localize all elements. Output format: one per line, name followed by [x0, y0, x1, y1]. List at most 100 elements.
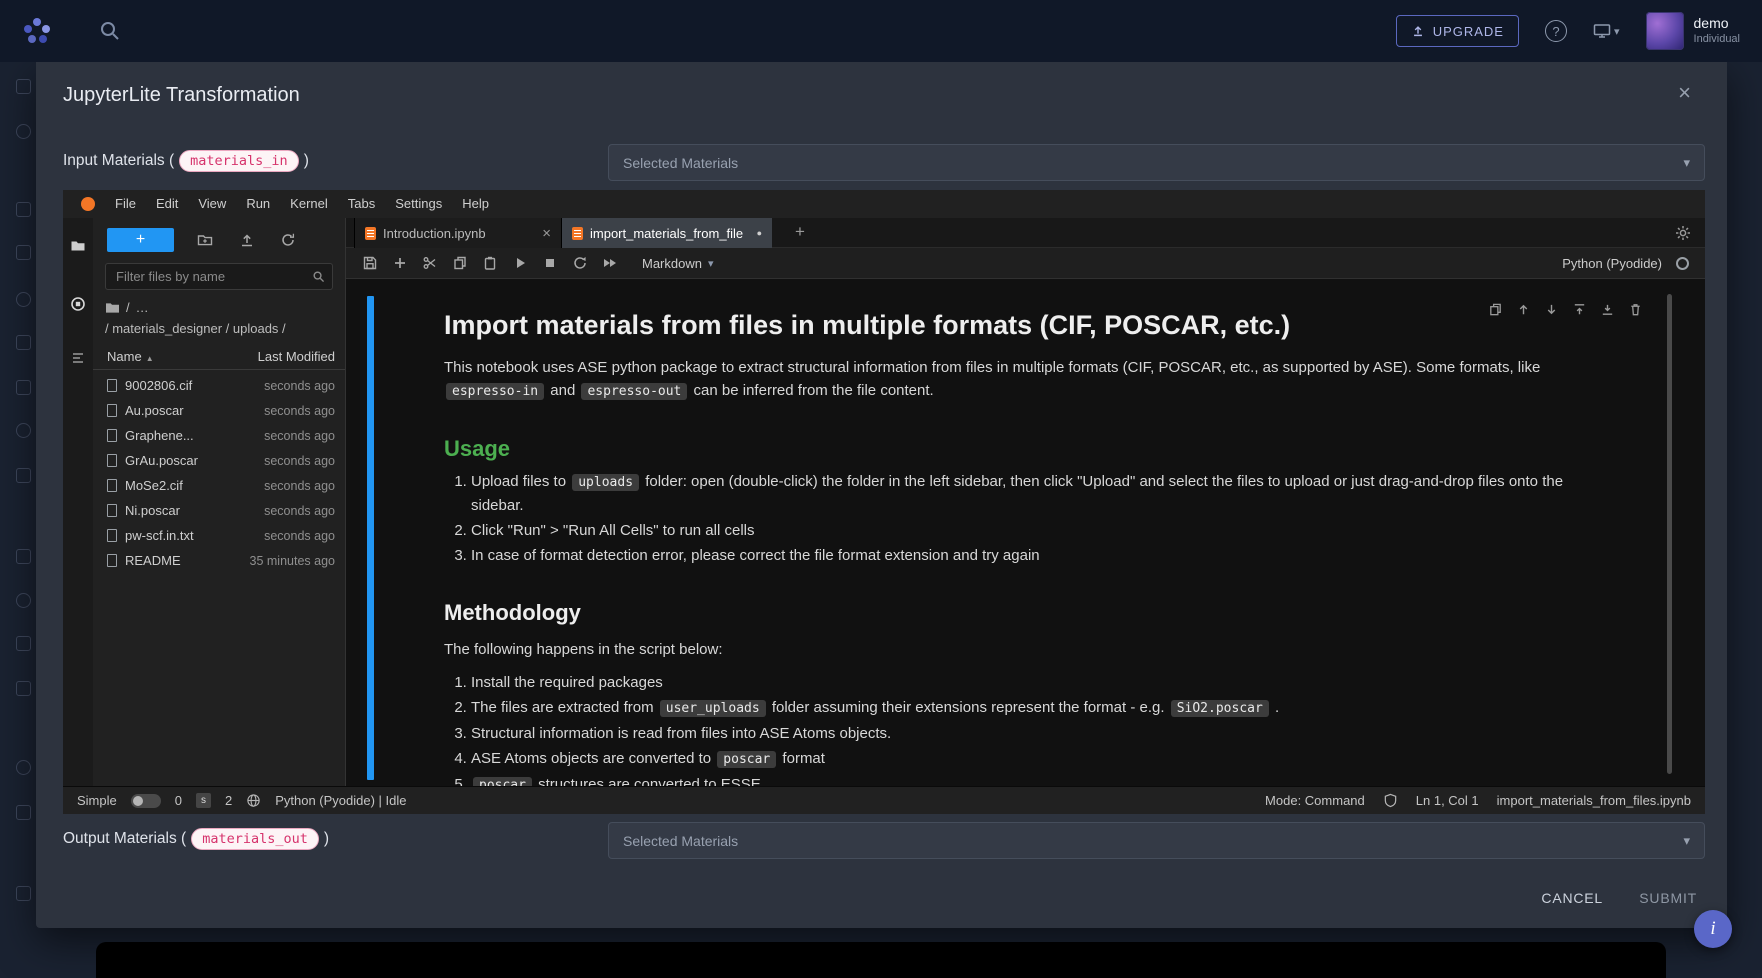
refresh-icon[interactable] — [280, 232, 296, 248]
new-launcher-button[interactable]: + — [107, 228, 174, 252]
kernel-status-text[interactable]: Python (Pyodide) | Idle — [275, 793, 406, 808]
sidebar-icon[interactable] — [16, 380, 31, 395]
cell-type-dropdown[interactable]: Markdown ▾ — [642, 256, 714, 271]
paste-icon[interactable] — [482, 255, 498, 271]
file-row[interactable]: Graphene...seconds ago — [93, 423, 345, 448]
user-plan: Individual — [1694, 33, 1740, 47]
breadcrumb-path[interactable]: / materials_designer / uploads / — [105, 321, 286, 336]
file-modified: seconds ago — [264, 479, 335, 493]
file-row[interactable]: Ni.poscarseconds ago — [93, 498, 345, 523]
restart-kernel-icon[interactable] — [572, 255, 588, 271]
session-badge-icon[interactable]: s — [196, 793, 211, 808]
globe-icon[interactable] — [246, 793, 261, 808]
close-icon[interactable]: × — [1678, 80, 1691, 106]
sidebar-icon[interactable] — [16, 292, 31, 307]
file-row[interactable]: MoSe2.cifseconds ago — [93, 473, 345, 498]
restart-run-all-icon[interactable] — [602, 255, 618, 271]
cut-icon[interactable] — [422, 255, 438, 271]
copy-icon[interactable] — [452, 255, 468, 271]
home-folder-icon[interactable] — [105, 301, 120, 314]
user-info: demo Individual — [1694, 15, 1740, 46]
active-filename[interactable]: import_materials_from_files.ipynb — [1497, 793, 1691, 808]
kernel-status-icon[interactable] — [1676, 257, 1689, 270]
filter-files-input[interactable] — [105, 263, 333, 290]
sidebar-icon[interactable] — [16, 202, 31, 217]
sidebar-icon[interactable] — [16, 760, 31, 775]
close-tab-icon[interactable]: × — [542, 225, 551, 242]
menu-item-edit[interactable]: Edit — [146, 190, 188, 218]
app-logo-icon[interactable] — [22, 16, 52, 46]
tab-introduction[interactable]: Introduction.ipynb × — [354, 218, 562, 248]
run-icon[interactable] — [512, 255, 528, 271]
menu-item-run[interactable]: Run — [236, 190, 280, 218]
menu-item-kernel[interactable]: Kernel — [280, 190, 338, 218]
selected-materials-input-dropdown[interactable]: Selected Materials ▾ — [608, 144, 1705, 181]
column-header-name[interactable]: Name▲ — [107, 349, 154, 364]
kernel-name[interactable]: Python (Pyodide) — [1562, 256, 1662, 271]
submit-button[interactable]: SUBMIT — [1631, 884, 1705, 912]
gear-icon[interactable] — [1675, 225, 1691, 241]
terminal-count[interactable]: 0 — [175, 793, 182, 808]
cursor-position[interactable]: Ln 1, Col 1 — [1416, 793, 1479, 808]
menu-item-help[interactable]: Help — [452, 190, 499, 218]
column-header-last-modified[interactable]: Last Modified — [258, 349, 335, 364]
new-tab-button[interactable]: + — [786, 218, 814, 248]
sidebar-icon[interactable] — [16, 124, 31, 139]
unsaved-dot-icon[interactable]: ● — [757, 228, 762, 238]
output-materials-suffix: ) — [324, 830, 329, 848]
insert-cell-icon[interactable] — [392, 255, 408, 271]
sidebar-icon[interactable] — [16, 681, 31, 696]
upgrade-button[interactable]: UPGRADE — [1396, 15, 1519, 47]
sidebar-icon[interactable] — [16, 468, 31, 483]
running-sessions-tab-icon[interactable] — [70, 296, 86, 312]
sidebar-icon[interactable] — [16, 245, 31, 260]
sidebar-icon[interactable] — [16, 805, 31, 820]
kernel-count[interactable]: 2 — [225, 793, 232, 808]
simple-mode-toggle[interactable] — [131, 794, 161, 808]
save-icon[interactable] — [362, 255, 378, 271]
avatar[interactable] — [1646, 12, 1684, 50]
tab-label: import_materials_from_file — [590, 226, 750, 241]
menu-item-settings[interactable]: Settings — [385, 190, 452, 218]
md-text: In case of format detection error, pleas… — [471, 547, 1040, 564]
new-folder-icon[interactable] — [197, 232, 213, 248]
help-icon[interactable]: ? — [1545, 20, 1567, 42]
notebook-scrollbar[interactable] — [1667, 294, 1672, 774]
sidebar-icon[interactable] — [16, 335, 31, 350]
cancel-button[interactable]: CANCEL — [1533, 884, 1611, 912]
sidebar-icon[interactable] — [16, 886, 31, 901]
sidebar-icon[interactable] — [16, 593, 31, 608]
file-icon — [107, 479, 117, 492]
trust-shield-icon[interactable] — [1383, 793, 1398, 808]
tab-import-materials[interactable]: import_materials_from_file ● — [562, 218, 772, 248]
cell-collapser[interactable] — [367, 296, 374, 780]
file-row[interactable]: 9002806.cifseconds ago — [93, 373, 345, 398]
file-row[interactable]: pw-scf.in.txtseconds ago — [93, 523, 345, 548]
stop-icon[interactable] — [542, 255, 558, 271]
menu-item-file[interactable]: File — [105, 190, 146, 218]
markdown-cell[interactable]: Import materials from files in multiple … — [444, 280, 1613, 786]
file-row[interactable]: Au.poscarseconds ago — [93, 398, 345, 423]
menu-item-view[interactable]: View — [188, 190, 236, 218]
sidebar-icon[interactable] — [16, 79, 31, 94]
file-browser-tab-icon[interactable] — [70, 238, 86, 254]
table-of-contents-tab-icon[interactable] — [70, 350, 86, 366]
sidebar-icon[interactable] — [16, 636, 31, 651]
file-name: pw-scf.in.txt — [125, 528, 264, 543]
inline-code: SiO2.poscar — [1171, 700, 1269, 717]
breadcrumb: / … — [105, 300, 149, 315]
selected-materials-output-dropdown[interactable]: Selected Materials ▾ — [608, 822, 1705, 859]
command-mode-indicator[interactable]: Mode: Command — [1265, 793, 1365, 808]
menu-item-tabs[interactable]: Tabs — [338, 190, 385, 218]
info-button[interactable]: i — [1694, 910, 1732, 948]
delete-cell-icon[interactable] — [1628, 302, 1643, 317]
markdown-h2-methodology: Methodology — [444, 601, 1613, 624]
search-icon[interactable] — [98, 19, 122, 43]
breadcrumb-ellipsis[interactable]: … — [136, 300, 149, 315]
file-row[interactable]: GrAu.poscarseconds ago — [93, 448, 345, 473]
upload-icon[interactable] — [239, 232, 255, 248]
file-row[interactable]: README35 minutes ago — [93, 548, 345, 573]
viewport-menu[interactable]: ▾ — [1593, 23, 1620, 39]
sidebar-icon[interactable] — [16, 423, 31, 438]
sidebar-icon[interactable] — [16, 549, 31, 564]
